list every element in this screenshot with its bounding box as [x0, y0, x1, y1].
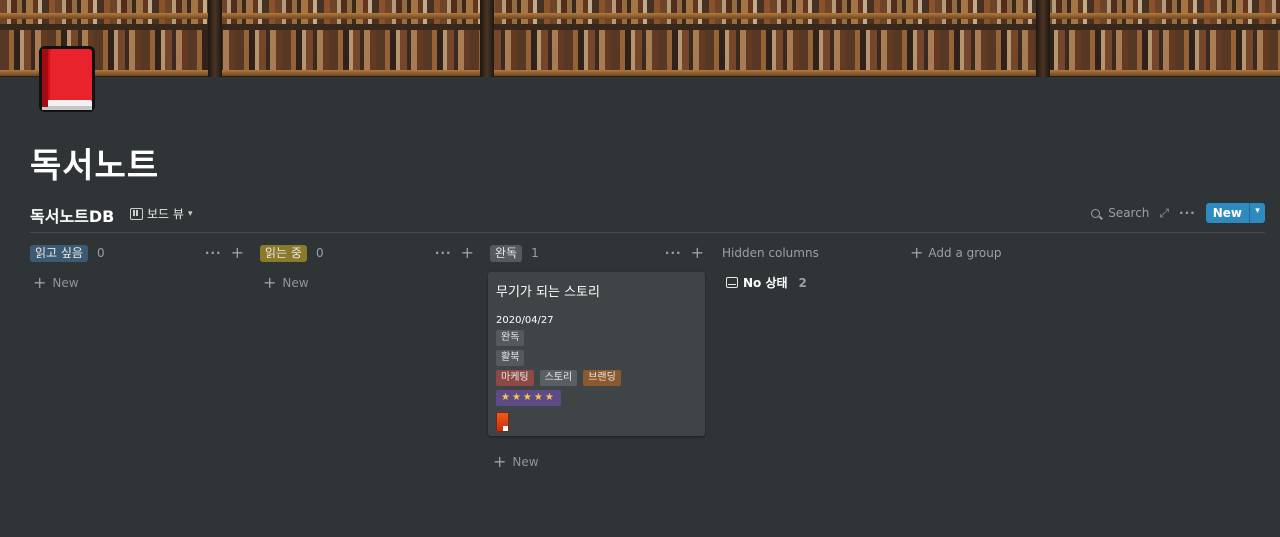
add-icon: +	[493, 452, 507, 471]
cover-shelf-bottom	[0, 70, 1280, 76]
card-status-row: 완독	[496, 330, 697, 346]
cover-books-top	[0, 0, 1280, 24]
hidden-group-count: 2	[798, 275, 807, 290]
more-options-icon[interactable]: ···	[205, 246, 222, 260]
add-icon[interactable]: +	[231, 245, 244, 261]
add-group-label: Add a group	[928, 246, 1002, 260]
column-tag[interactable]: 완독	[490, 244, 523, 262]
cover-pillar	[480, 0, 494, 77]
inbox-icon	[726, 277, 738, 288]
hidden-group-no-status[interactable]: No 상태 2	[726, 274, 807, 291]
column-header: 완독 1 ··· +	[490, 243, 704, 263]
database-toolbar: Search ⤢ ··· New ▾	[1091, 203, 1265, 223]
cover-books-bottom	[0, 30, 1280, 70]
column-count: 0	[96, 246, 105, 260]
search-label: Search	[1108, 206, 1150, 220]
board-column-finished: 완독 1 ··· +	[490, 243, 704, 263]
format-badge: 활북	[496, 350, 525, 366]
column-tag[interactable]: 읽고 싶음	[30, 244, 88, 262]
hidden-columns-label: Hidden columns	[722, 246, 819, 260]
column-header: 읽는 중 0 ··· +	[260, 243, 474, 263]
add-icon[interactable]: +	[691, 245, 704, 261]
chevron-down-icon: ▾	[187, 208, 193, 219]
new-record-label: New	[1212, 206, 1242, 220]
card-format-row: 활북	[496, 350, 697, 366]
database-header: 독서노트DB 보드 뷰 ▾ Search ⤢ ··· New ▾	[30, 201, 1265, 233]
card-date: 2020/04/27	[496, 315, 554, 326]
add-new-card[interactable]: + New	[490, 452, 539, 471]
red-book-icon[interactable]	[36, 44, 98, 118]
add-new-label: New	[512, 455, 539, 469]
cover-shelf-top	[0, 13, 1280, 19]
tag-badge: 마케팅	[496, 370, 534, 386]
add-icon: +	[910, 243, 924, 262]
add-icon[interactable]: +	[461, 245, 474, 261]
view-label: 보드 뷰	[147, 207, 184, 221]
card-tags-row: 마케팅 스토리 브랜딩	[496, 370, 697, 386]
add-new-label: New	[52, 276, 79, 290]
cover-pillar	[208, 0, 222, 77]
more-options-icon[interactable]: ···	[665, 246, 682, 260]
add-icon: +	[263, 273, 277, 292]
expand-icon[interactable]: ⤢	[1159, 206, 1169, 221]
chevron-down-icon[interactable]: ▾	[1249, 203, 1265, 223]
column-actions: ··· +	[665, 245, 704, 261]
board-view-icon	[130, 207, 143, 220]
tag-badge: 브랜딩	[583, 370, 621, 386]
card-title: 무기가 되는 스토리	[496, 285, 600, 300]
add-new-card[interactable]: + New	[260, 273, 474, 292]
add-group-button[interactable]: + Add a group	[910, 243, 1002, 262]
more-options-icon[interactable]: ···	[1179, 206, 1196, 220]
hidden-group-label: No 상태	[743, 276, 788, 290]
page-title: 독서노트	[30, 146, 160, 186]
add-icon: +	[33, 273, 47, 292]
column-tag[interactable]: 읽는 중	[260, 244, 307, 262]
card-rating-row: ★★★★★	[496, 390, 697, 406]
rating-badge: ★★★★★	[496, 390, 561, 406]
search-icon	[1091, 208, 1101, 218]
column-header: 읽고 싶음 0 ··· +	[30, 243, 244, 263]
new-record-button[interactable]: New ▾	[1205, 203, 1265, 223]
column-actions: ··· +	[435, 245, 474, 261]
search-button[interactable]: Search	[1091, 206, 1149, 220]
add-new-card[interactable]: + New	[30, 273, 244, 292]
column-count: 0	[315, 246, 324, 260]
board-column-want-to-read: 읽고 싶음 0 ··· + + New	[30, 243, 244, 292]
status-badge: 완독	[496, 330, 525, 346]
board-column-reading: 읽는 중 0 ··· + + New	[260, 243, 474, 292]
view-switcher[interactable]: 보드 뷰 ▾	[130, 205, 192, 222]
more-options-icon[interactable]: ···	[435, 246, 452, 260]
add-new-label: New	[282, 276, 309, 290]
tag-badge: 스토리	[539, 370, 578, 386]
board-card[interactable]: 무기가 되는 스토리 2020/04/27 완독 활북 마케팅 스토리 브랜딩 …	[488, 272, 705, 436]
page-cover	[0, 0, 1280, 77]
cover-pillar	[1036, 0, 1050, 77]
book-cover-thumbnail	[496, 412, 509, 432]
database-title[interactable]: 독서노트DB	[30, 203, 114, 227]
column-count: 1	[531, 246, 539, 260]
column-actions: ··· +	[205, 245, 244, 261]
